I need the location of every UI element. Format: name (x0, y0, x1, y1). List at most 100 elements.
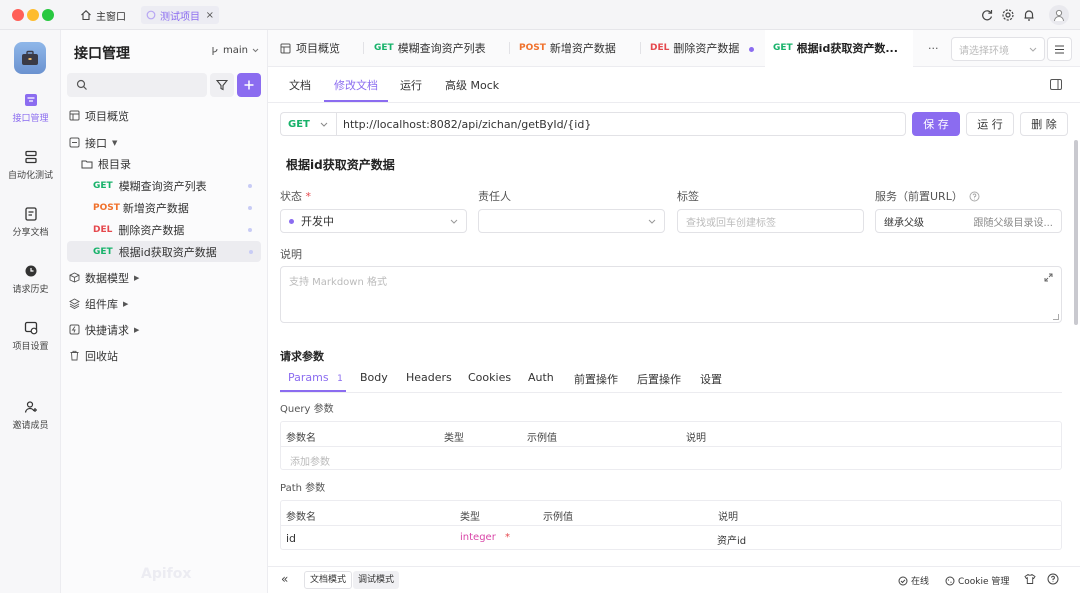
param-tab-params[interactable]: Params 1 (288, 371, 343, 384)
subtab-edit-doc[interactable]: 修改文档 (334, 77, 378, 93)
subtab-doc[interactable]: 文档 (289, 77, 311, 93)
service-select[interactable]: 继承父级 跟随父级目录设... (875, 209, 1062, 233)
rail-item-api-management[interactable]: 接口管理 (0, 92, 61, 124)
tree-item-trash[interactable]: 回收站 (69, 345, 264, 366)
online-status[interactable]: 在线 (898, 574, 929, 587)
param-tab-settings[interactable]: 设置 (700, 371, 722, 387)
shirt-icon[interactable] (1024, 573, 1036, 585)
param-type[interactable]: integer * (460, 532, 510, 543)
param-tab-post-processors[interactable]: 后置操作 (637, 371, 681, 387)
table-row[interactable]: id integer * 资产id (281, 526, 1061, 550)
menu-button[interactable] (1047, 37, 1072, 61)
subtab-run[interactable]: 运行 (400, 77, 422, 93)
param-tab-body[interactable]: Body (360, 371, 388, 384)
plus-icon (243, 79, 255, 91)
tag-placeholder: 查找或回车创建标签 (686, 217, 776, 229)
run-button[interactable]: 运 行 (966, 112, 1014, 136)
filter-button[interactable] (210, 73, 234, 97)
save-button[interactable]: 保 存 (912, 112, 960, 136)
tree-item-data-models[interactable]: 数据模型 ▶ (69, 267, 264, 288)
add-api-button[interactable] (237, 73, 261, 97)
api-folder-icon (69, 137, 80, 148)
tab-endpoint[interactable]: DEL 删除资产数据 (650, 30, 765, 66)
param-tab-headers[interactable]: Headers (406, 371, 452, 384)
tab-label: 新增资产数据 (549, 42, 616, 55)
bell-icon[interactable] (1022, 8, 1036, 22)
path-table-header (281, 501, 1061, 526)
param-name[interactable]: id (286, 532, 296, 545)
tag-input[interactable]: 查找或回车创建标签 (677, 209, 864, 233)
tab-endpoint-active[interactable]: GET 根据id获取资产数... (765, 30, 913, 67)
expand-icon[interactable] (1044, 273, 1053, 282)
tree-item-endpoint[interactable]: DEL 删除资产数据 (85, 219, 260, 240)
rail-item-project-settings[interactable]: 项目设置 (0, 320, 61, 352)
rail-item-history[interactable]: 请求历史 (0, 263, 61, 295)
tree-item-quick-requests[interactable]: 快捷请求 ▶ (69, 319, 264, 340)
method-select[interactable]: GET (280, 112, 336, 136)
bottom-bar: « 文档模式 调试模式 在线 Cookie 管理 (268, 566, 1080, 593)
help-icon[interactable] (969, 191, 980, 202)
tab-divider (640, 42, 641, 54)
gear-icon[interactable] (1001, 8, 1015, 22)
avatar[interactable] (1049, 5, 1069, 25)
description-editor[interactable]: 支持 Markdown 格式 (280, 266, 1062, 323)
resize-handle[interactable] (1053, 314, 1059, 320)
status-select[interactable]: 开发中 (280, 209, 467, 233)
folder-icon (81, 159, 93, 169)
close-window-button[interactable] (12, 9, 24, 21)
overview-icon (280, 43, 291, 54)
tab-endpoint[interactable]: POST 新增资产数据 (519, 30, 637, 66)
param-tab-cookies[interactable]: Cookies (468, 371, 511, 384)
collapse-sidebar-button[interactable]: « (281, 572, 288, 586)
tree-item-root-folder[interactable]: 根目录 (81, 153, 276, 174)
app-logo (14, 42, 46, 74)
more-tabs-button[interactable]: ··· (928, 42, 939, 55)
param-description[interactable]: 资产id (717, 532, 746, 547)
overview-icon (69, 110, 80, 121)
add-param-input[interactable]: 添加参数 (290, 453, 330, 468)
tree-item-endpoint-selected[interactable]: GET 根据id获取资产数据 (67, 241, 261, 262)
refresh-icon[interactable] (980, 8, 994, 22)
param-tab-auth[interactable]: Auth (528, 371, 554, 384)
delete-button[interactable]: 删 除 (1020, 112, 1068, 136)
sidebar-search-input[interactable] (67, 73, 207, 97)
tab-overview[interactable]: 项目概览 (280, 30, 370, 66)
method-badge: GET (773, 43, 793, 53)
tree-item-endpoint[interactable]: POST 新增资产数据 (85, 197, 260, 218)
close-tab-icon[interactable]: × (206, 10, 214, 21)
cookie-manager-button[interactable]: Cookie 管理 (945, 574, 1009, 587)
path-header-example: 示例值 (543, 512, 573, 523)
environment-select[interactable]: 请选择环境 (951, 37, 1045, 61)
url-input[interactable]: http://localhost:8082/api/zichan/getById… (336, 112, 906, 136)
title-bar: 主窗口 测试项目 × (0, 0, 1080, 30)
tree-item-overview[interactable]: 项目概览 (69, 105, 264, 126)
panel-toggle-icon[interactable] (1050, 79, 1062, 90)
tag-label: 标签 (677, 190, 699, 203)
status-dot (289, 218, 294, 224)
project-window-tab[interactable]: 测试项目 × (141, 6, 219, 24)
debug-mode-toggle[interactable]: 调试模式 (353, 571, 400, 589)
tree-item-endpoint[interactable]: GET 模糊查询资产列表 (85, 175, 260, 196)
tab-endpoint[interactable]: GET 模糊查询资产列表 (374, 30, 504, 66)
help-icon[interactable] (1047, 573, 1059, 585)
query-header-example: 示例值 (527, 433, 557, 444)
minimize-window-button[interactable] (27, 9, 39, 21)
tree-item-api[interactable]: 接口 ▼ (69, 132, 264, 153)
subtab-advanced-mock[interactable]: 高级 Mock (445, 77, 499, 93)
owner-label: 责任人 (478, 190, 511, 203)
rail-item-share-docs[interactable]: 分享文档 (0, 206, 61, 238)
rail-item-invite-members[interactable]: 邀请成员 (0, 399, 61, 431)
maximize-window-button[interactable] (42, 9, 54, 21)
content-scrollbar[interactable] (1074, 140, 1078, 325)
tree-label: 接口 (85, 136, 107, 150)
branch-selector[interactable]: main (211, 45, 259, 56)
params-count-badge: 1 (337, 374, 343, 384)
owner-select[interactable] (478, 209, 665, 233)
doc-mode-toggle[interactable]: 文档模式 (304, 571, 353, 589)
tree-item-components[interactable]: 组件库 ▶ (69, 293, 264, 314)
home-window-tab[interactable]: 主窗口 (80, 6, 126, 24)
query-params-title: Query 参数 (280, 404, 334, 415)
param-tab-pre-processors[interactable]: 前置操作 (574, 371, 618, 387)
unsaved-dot (249, 249, 253, 254)
rail-item-automation[interactable]: 自动化测试 (0, 149, 61, 181)
